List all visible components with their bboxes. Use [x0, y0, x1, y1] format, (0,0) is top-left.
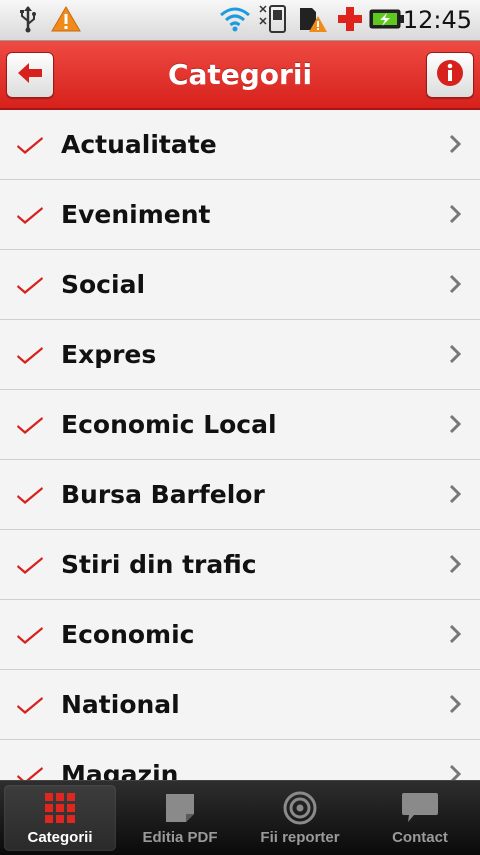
tab-categorii[interactable]: Categorii	[0, 781, 120, 855]
target-icon	[240, 791, 360, 825]
checkmark-icon	[16, 202, 44, 226]
arrow-left-icon	[16, 61, 44, 89]
list-item-label: Eveniment	[61, 200, 211, 229]
checkmark-icon	[16, 412, 44, 436]
tab-contact[interactable]: Contact	[360, 781, 480, 855]
checkmark-icon	[16, 342, 44, 366]
document-icon	[120, 791, 240, 825]
warning-icon	[50, 4, 82, 34]
status-bar: 12:45	[0, 0, 480, 41]
tab-label: Categorii	[27, 829, 93, 846]
list-item[interactable]: Stiri din trafic	[0, 530, 480, 600]
list-item[interactable]: Economic Local	[0, 390, 480, 460]
list-item[interactable]: Economic	[0, 600, 480, 670]
list-item[interactable]: Eveniment	[0, 180, 480, 250]
checkmark-icon	[16, 622, 44, 646]
chevron-right-icon	[448, 414, 462, 434]
status-time: 12:45	[402, 6, 472, 34]
sim-icon	[258, 4, 288, 34]
tab-fii-reporter[interactable]: Fii reporter	[240, 781, 360, 855]
checkmark-icon	[16, 132, 44, 156]
grid-icon	[0, 791, 120, 825]
chevron-right-icon	[448, 694, 462, 714]
back-button[interactable]	[6, 52, 54, 98]
list-item[interactable]: Bursa Barfelor	[0, 460, 480, 530]
list-item-label: Bursa Barfelor	[61, 480, 265, 509]
checkmark-icon	[16, 272, 44, 296]
chevron-right-icon	[448, 624, 462, 644]
info-button[interactable]	[426, 52, 474, 98]
tab-editia-pdf[interactable]: Editia PDF	[120, 781, 240, 855]
tab-label: Contact	[392, 829, 448, 846]
chevron-right-icon	[448, 134, 462, 154]
chevron-right-icon	[448, 554, 462, 574]
checkmark-icon	[16, 552, 44, 576]
usb-icon	[16, 4, 40, 34]
app-header: Categorii	[0, 41, 480, 110]
list-item[interactable]: National	[0, 670, 480, 740]
list-item-label: Actualitate	[61, 130, 217, 159]
list-item[interactable]: Expres	[0, 320, 480, 390]
tab-label: Fii reporter	[260, 829, 340, 846]
chevron-right-icon	[448, 204, 462, 224]
list-item-label: Social	[61, 270, 146, 299]
checkmark-icon	[16, 762, 44, 780]
checkmark-icon	[16, 692, 44, 716]
chevron-right-icon	[448, 764, 462, 780]
battery-charging-icon	[369, 4, 405, 34]
list-item[interactable]: Social	[0, 250, 480, 320]
chevron-right-icon	[448, 344, 462, 364]
wifi-icon	[218, 4, 252, 34]
list-item-label: Expres	[61, 340, 157, 369]
category-list[interactable]: Actualitate Eveniment Social Expres Econ…	[0, 110, 480, 780]
list-item-label: Economic Local	[61, 410, 277, 439]
speech-bubble-icon	[360, 791, 480, 825]
checkmark-icon	[16, 482, 44, 506]
list-item-label: Economic	[61, 620, 195, 649]
list-item[interactable]: Magazin	[0, 740, 480, 780]
page-title: Categorii	[167, 58, 313, 91]
list-item[interactable]: Actualitate	[0, 110, 480, 180]
sd-card-warning-icon	[296, 4, 328, 34]
chevron-right-icon	[448, 274, 462, 294]
list-item-label: Magazin	[61, 760, 179, 780]
info-icon	[435, 58, 465, 92]
bottom-tab-bar: Categorii Editia PDF Fii reporter Contac…	[0, 780, 480, 855]
tab-label: Editia PDF	[142, 829, 218, 846]
chevron-right-icon	[448, 484, 462, 504]
list-item-label: National	[61, 690, 180, 719]
red-cross-icon	[336, 4, 364, 34]
list-item-label: Stiri din trafic	[61, 550, 257, 579]
